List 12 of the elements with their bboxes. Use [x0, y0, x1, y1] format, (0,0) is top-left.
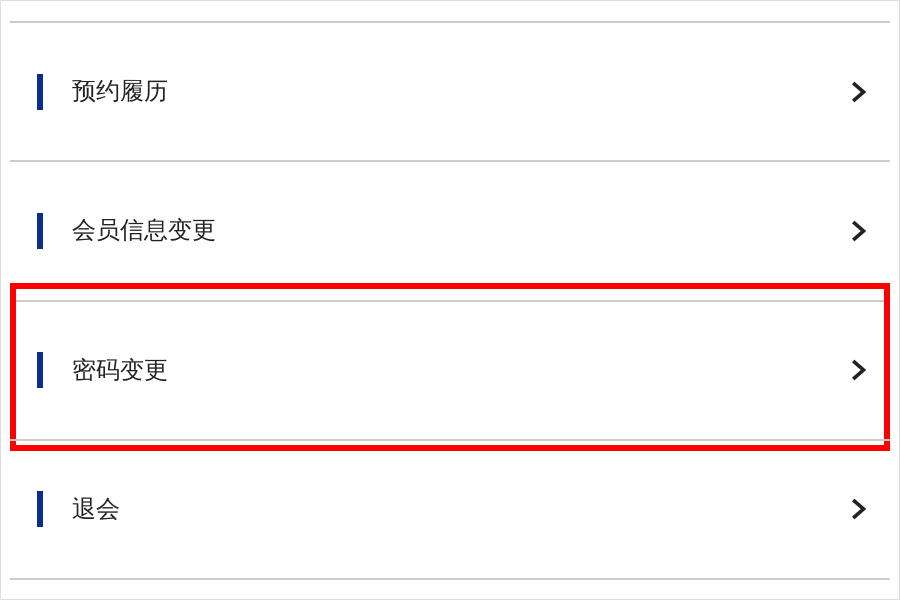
accent-bar-icon — [37, 74, 43, 110]
menu-item[interactable]: 会员信息变更 — [10, 162, 890, 300]
accent-bar-icon — [37, 212, 43, 249]
accent-bar-icon — [37, 491, 43, 528]
chevron-right-icon — [851, 220, 866, 242]
chevron-right-icon — [851, 498, 866, 520]
menu-item[interactable]: 预约履历 — [10, 23, 890, 160]
chevron-right-icon — [851, 359, 866, 382]
accent-bar-icon — [37, 352, 43, 388]
chevron-right-icon — [851, 80, 866, 103]
menu-item[interactable]: 退会 — [10, 440, 890, 578]
menu-item[interactable]: 密码变更 — [10, 302, 890, 439]
